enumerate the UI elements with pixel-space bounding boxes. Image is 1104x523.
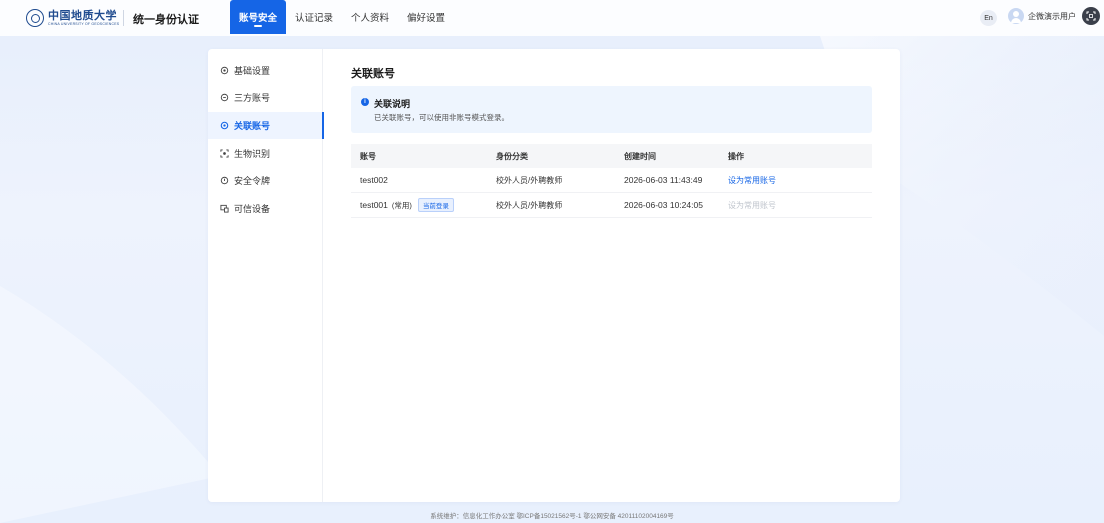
nav-tab-preferences[interactable]: 偏好设置 <box>398 0 454 34</box>
info-icon: i <box>361 98 369 106</box>
page-title: 关联账号 <box>351 68 395 80</box>
notice-title: 关联说明 <box>374 99 411 109</box>
university-logo[interactable]: 中国地质大学 CHINA UNIVERSITY OF GEOSCIENCES <box>26 7 121 29</box>
footer-text: 系统维护：信息化工作办公室 鄂ICP备15021562号-1 鄂公网安备 420… <box>430 513 674 520</box>
sidebar-item-biometrics[interactable]: 生物识别 <box>208 140 323 167</box>
account-name: test001 <box>360 200 388 210</box>
sidebar-item-security-token[interactable]: 安全令牌 <box>208 167 323 194</box>
column-header-category: 身份分类 <box>496 151 528 161</box>
created-time: 2026-06-03 10:24:05 <box>624 200 703 210</box>
sidebar-item-label: 基础设置 <box>234 66 271 76</box>
sidebar-item-basic-settings[interactable]: 基础设置 <box>208 57 323 84</box>
logo-english-name: CHINA UNIVERSITY OF GEOSCIENCES <box>48 21 120 26</box>
avatar <box>1008 8 1024 24</box>
settings-sidebar: 基础设置 三方账号 关联账号 生物识别 安全令牌 可信设备 <box>208 49 324 502</box>
sidebar-item-label: 安全令牌 <box>234 176 271 186</box>
face-scan-icon <box>220 149 229 158</box>
gear-icon <box>220 66 229 75</box>
account-name: test002 <box>360 175 388 185</box>
set-default-account-link-disabled: 设为常用账号 <box>728 200 776 210</box>
default-account-tag: (常用) <box>391 200 412 210</box>
identity-category: 校外人员/外聘教师 <box>496 200 563 210</box>
scan-icon[interactable] <box>1082 7 1100 25</box>
column-header-account: 账号 <box>360 151 376 161</box>
current-login-badge: 当前登录 <box>417 198 454 212</box>
sidebar-item-label: 生物识别 <box>234 149 271 159</box>
user-menu[interactable]: 企微演示用户 <box>1008 8 1076 24</box>
table-row: test001 (常用) 当前登录 校外人员/外聘教师 2026-06-03 1… <box>351 193 872 218</box>
gear-icon <box>220 121 229 130</box>
university-emblem-icon <box>26 9 44 27</box>
shield-icon <box>220 176 229 185</box>
brand-title: 统一身份认证 <box>133 14 199 26</box>
logo-chinese-name: 中国地质大学 <box>48 8 117 22</box>
brand-divider <box>123 10 124 26</box>
table-header: 账号 身份分类 创建时间 操作 <box>351 144 872 168</box>
nav-tab-auth-records[interactable]: 认证记录 <box>286 0 342 34</box>
top-bar: 中国地质大学 CHINA UNIVERSITY OF GEOSCIENCES 统… <box>0 0 1104 36</box>
sidebar-item-trusted-devices[interactable]: 可信设备 <box>208 195 323 222</box>
sidebar-item-label: 关联账号 <box>234 121 271 131</box>
notice-text: 已关联账号，可以使用非账号模式登录。 <box>374 113 509 122</box>
sidebar-item-label: 三方账号 <box>234 93 271 103</box>
nav-tab-profile[interactable]: 个人资料 <box>342 0 398 34</box>
language-toggle-button[interactable]: En <box>980 10 997 26</box>
set-default-account-link[interactable]: 设为常用账号 <box>728 176 776 185</box>
identity-category: 校外人员/外聘教师 <box>496 175 563 185</box>
main-nav: 账号安全 认证记录 个人资料 偏好设置 <box>230 0 454 34</box>
created-time: 2026-06-03 11:43:49 <box>624 175 703 185</box>
main-card: 基础设置 三方账号 关联账号 生物识别 安全令牌 可信设备 关联账号 i 关联说… <box>208 49 900 502</box>
link-icon <box>220 93 229 102</box>
sidebar-item-label: 可信设备 <box>234 204 271 214</box>
sidebar-item-linked-accounts[interactable]: 关联账号 <box>208 112 324 139</box>
device-icon <box>220 204 229 213</box>
nav-tab-account-security[interactable]: 账号安全 <box>230 0 287 34</box>
table-row: test002 校外人员/外聘教师 2026-06-03 11:43:49 设为… <box>351 168 872 193</box>
sidebar-item-third-party-accounts[interactable]: 三方账号 <box>208 84 323 111</box>
info-notice: i 关联说明 已关联账号，可以使用非账号模式登录。 <box>351 86 872 133</box>
user-name: 企微演示用户 <box>1028 11 1076 21</box>
column-header-action: 操作 <box>728 151 744 161</box>
linked-accounts-table: 账号 身份分类 创建时间 操作 test002 校外人员/外聘教师 2026-0… <box>351 144 872 218</box>
column-header-created: 创建时间 <box>624 151 656 161</box>
